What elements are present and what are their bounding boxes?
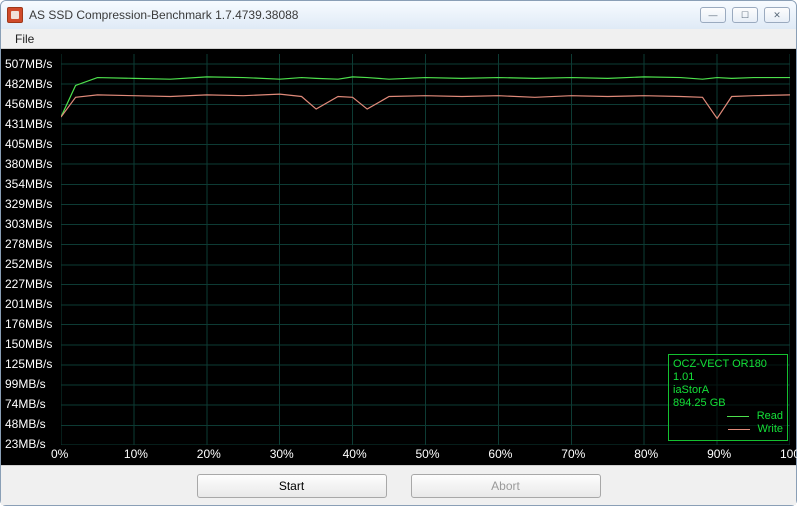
y-tick-label: 354MB/s xyxy=(5,177,52,191)
minimize-button[interactable]: — xyxy=(700,7,726,23)
y-tick-label: 482MB/s xyxy=(5,77,52,91)
legend-driver: iaStorA xyxy=(673,384,783,397)
abort-button[interactable]: Abort xyxy=(411,474,601,498)
y-tick-label: 431MB/s xyxy=(5,117,52,131)
x-tick-label: 10% xyxy=(124,447,148,461)
maximize-button[interactable]: ☐ xyxy=(732,7,758,23)
legend-read-row: Read xyxy=(673,410,783,423)
start-button[interactable]: Start xyxy=(197,474,387,498)
app-icon xyxy=(7,7,23,23)
chart-area: 507MB/s 482MB/s 456MB/s 431MB/s 405MB/s 380MB… xyxy=(1,49,796,465)
legend-read-swatch xyxy=(727,416,749,417)
footer: Start Abort xyxy=(1,465,796,505)
x-tick-label: 40% xyxy=(343,447,367,461)
legend-capacity: 894.25 GB xyxy=(673,397,783,410)
legend-read-label: Read xyxy=(757,410,783,423)
legend-device: OCZ-VECT OR180 xyxy=(673,358,783,371)
y-tick-label: 303MB/s xyxy=(5,217,52,231)
y-tick-label: 125MB/s xyxy=(5,357,52,371)
y-tick-label: 380MB/s xyxy=(5,157,52,171)
file-menu[interactable]: File xyxy=(7,30,42,48)
y-tick-label: 456MB/s xyxy=(5,97,52,111)
x-tick-label: 0% xyxy=(51,447,68,461)
y-tick-label: 176MB/s xyxy=(5,317,52,331)
legend-write-label: Write xyxy=(758,423,783,436)
y-tick-label: 150MB/s xyxy=(5,337,52,351)
x-tick-label: 20% xyxy=(197,447,221,461)
y-axis: 507MB/s 482MB/s 456MB/s 431MB/s 405MB/s 380MB… xyxy=(1,49,61,445)
x-tick-label: 100% xyxy=(780,447,797,461)
y-tick-label: 48MB/s xyxy=(5,417,46,431)
y-tick-label: 74MB/s xyxy=(5,397,46,411)
close-button[interactable]: ✕ xyxy=(764,7,790,23)
window-controls: — ☐ ✕ xyxy=(700,7,790,23)
y-tick-label: 23MB/s xyxy=(5,437,46,451)
legend: OCZ-VECT OR180 1.01 iaStorA 894.25 GB Re… xyxy=(668,354,788,441)
y-tick-label: 252MB/s xyxy=(5,257,52,271)
x-tick-label: 50% xyxy=(416,447,440,461)
legend-write-swatch xyxy=(728,429,750,430)
y-tick-label: 99MB/s xyxy=(5,377,46,391)
x-tick-label: 70% xyxy=(561,447,585,461)
x-axis: 0%10%20%30%40%50%60%70%80%90%100% xyxy=(61,447,790,463)
x-tick-label: 90% xyxy=(707,447,731,461)
window-title: AS SSD Compression-Benchmark 1.7.4739.38… xyxy=(29,8,700,22)
y-tick-label: 278MB/s xyxy=(5,237,52,251)
legend-firmware: 1.01 xyxy=(673,371,783,384)
y-tick-label: 405MB/s xyxy=(5,137,52,151)
y-tick-label: 507MB/s xyxy=(5,57,52,71)
menubar: File xyxy=(1,29,796,49)
app-window: AS SSD Compression-Benchmark 1.7.4739.38… xyxy=(0,0,797,506)
x-tick-label: 30% xyxy=(270,447,294,461)
y-tick-label: 201MB/s xyxy=(5,297,52,311)
legend-write-row: Write xyxy=(673,423,783,436)
x-tick-label: 80% xyxy=(634,447,658,461)
titlebar: AS SSD Compression-Benchmark 1.7.4739.38… xyxy=(1,1,796,29)
y-tick-label: 329MB/s xyxy=(5,197,52,211)
y-tick-label: 227MB/s xyxy=(5,277,52,291)
x-tick-label: 60% xyxy=(488,447,512,461)
